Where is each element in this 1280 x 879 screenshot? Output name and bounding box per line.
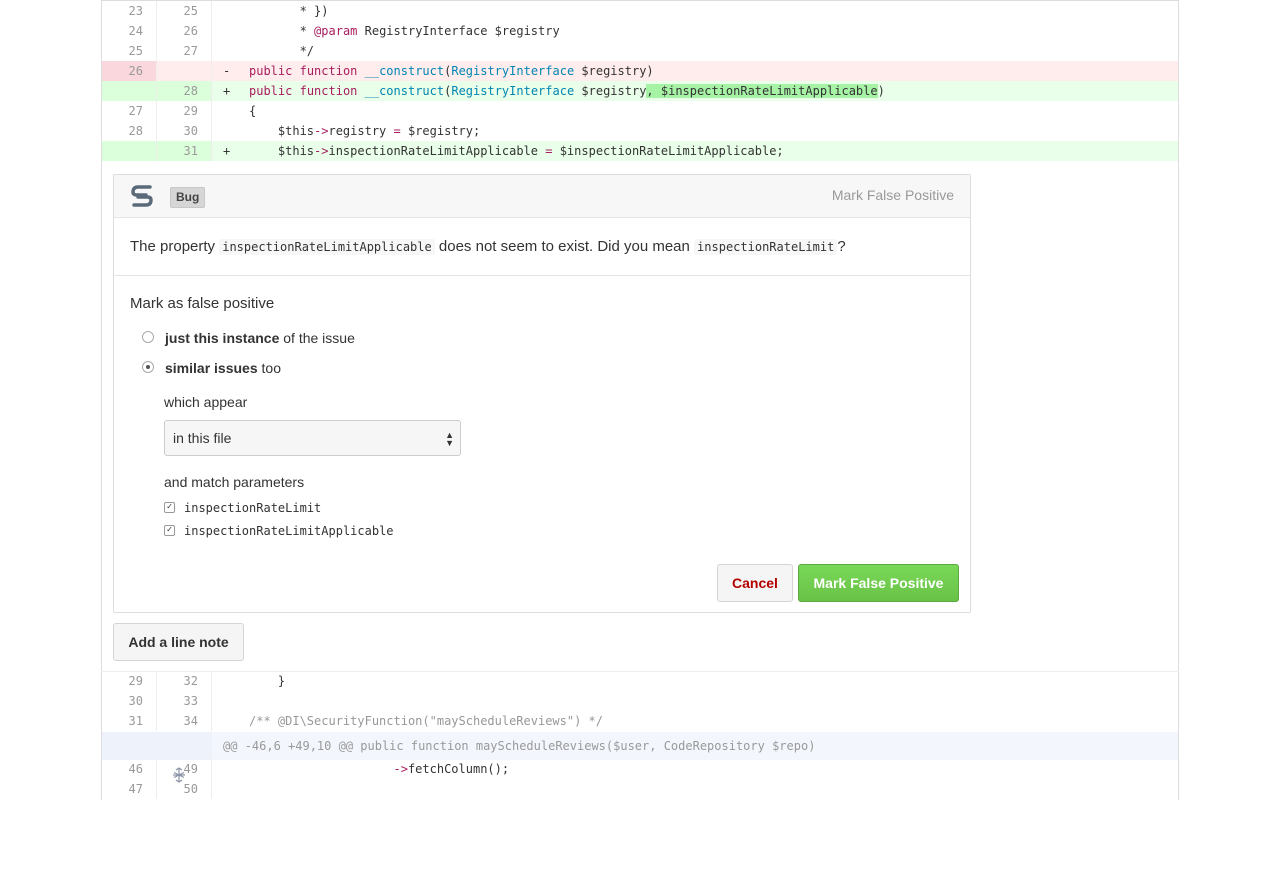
checkbox-checked[interactable]: ✓ — [164, 502, 175, 513]
issue-card: Bug Mark False Positive The property ins… — [113, 174, 971, 613]
diff-line: 27 29 { — [102, 101, 1178, 121]
new-line-number: 27 — [157, 41, 212, 61]
hunk-text: @@ -46,6 +49,10 @@ public function maySc… — [223, 739, 816, 753]
old-line-number: 25 — [102, 41, 157, 61]
diff-line: 24 26 * @param RegistryInterface $regist… — [102, 21, 1178, 41]
old-line-number: 28 — [102, 121, 157, 141]
new-line-number: 49 — [157, 759, 212, 779]
scope-select[interactable]: in this file ▲ ▼ — [164, 420, 461, 456]
scrutinizer-logo-icon — [131, 185, 153, 207]
code-line: */ — [292, 44, 315, 58]
select-arrows-icon: ▲ ▼ — [445, 430, 454, 448]
new-line-number: 25 — [157, 1, 212, 21]
mark-false-positive-link[interactable]: Mark False Positive — [832, 187, 954, 203]
old-line-number — [102, 141, 157, 161]
diff-line-added: 28 + public function __construct(Registry… — [102, 81, 1178, 101]
new-line-number: 28 — [157, 81, 212, 101]
new-line-number: 26 — [157, 21, 212, 41]
diff-line: 30 33 — [102, 691, 1178, 711]
separator — [101, 671, 1179, 672]
old-line-number — [102, 81, 157, 101]
diff-line: 29 32 } — [102, 671, 1178, 691]
new-line-number: 29 — [157, 101, 212, 121]
code-line: + $this->inspectionRateLimitApplicable =… — [223, 144, 784, 158]
new-line-number — [157, 61, 212, 81]
cancel-button[interactable]: Cancel — [717, 564, 793, 602]
code-line: + public function __construct(RegistryInt… — [223, 84, 885, 98]
which-appear-label: which appear — [164, 394, 248, 410]
old-line-number: 31 — [102, 711, 157, 731]
issue-type-badge: Bug — [170, 187, 206, 208]
old-line-number: 26 — [102, 61, 157, 81]
card-divider — [114, 275, 970, 276]
new-line-number: 32 — [157, 671, 212, 691]
old-line-number: 47 — [102, 779, 157, 799]
code-line: $this->registry = $registry; — [249, 124, 481, 138]
diff-line: 46 49 ->fetchColumn(); — [102, 759, 1178, 779]
expand-icon[interactable] — [102, 732, 212, 783]
diff-line: 23 25 * }) — [102, 1, 1178, 21]
code-line: - public function __construct(RegistryInt… — [223, 64, 654, 78]
diff-line: 28 30 $this->registry = $registry; — [102, 121, 1178, 141]
diff-line: 47 50 — [102, 779, 1178, 799]
old-line-number: 46 — [102, 759, 157, 779]
old-line-number: 24 — [102, 21, 157, 41]
old-line-number: 29 — [102, 671, 157, 691]
new-line-number: 33 — [157, 691, 212, 711]
new-line-number: 30 — [157, 121, 212, 141]
false-positive-section-title: Mark as false positive — [130, 295, 275, 312]
code-line: ->fetchColumn(); — [393, 762, 510, 776]
code-line: * @param RegistryInterface $registry — [292, 24, 560, 38]
diff-line: 25 27 */ — [102, 41, 1178, 61]
diff-line-added: 31 + $this->inspectionRateLimitApplicabl… — [102, 141, 1178, 161]
mark-false-positive-button[interactable]: Mark False Positive — [798, 564, 959, 602]
issue-card-header: Bug Mark False Positive — [114, 175, 970, 218]
code-line: * }) — [292, 4, 329, 18]
match-parameters-label: and match parameters — [164, 474, 305, 490]
radio-button-selected[interactable] — [142, 361, 154, 373]
diff-line: 31 34 /** @DI\SecurityFunction("maySched… — [102, 711, 1178, 731]
old-line-number: 30 — [102, 691, 157, 711]
property-code: inspectionRateLimitApplicable — [219, 239, 435, 255]
diff-line-deleted: 26 - public function __construct(Registry… — [102, 61, 1178, 81]
issue-message: The property inspectionRateLimitApplicab… — [130, 238, 846, 255]
radio-button[interactable] — [142, 331, 154, 343]
checkbox-checked[interactable]: ✓ — [164, 525, 175, 536]
add-line-note-button[interactable]: Add a line note — [113, 623, 244, 661]
suggestion-code: inspectionRateLimit — [694, 239, 838, 255]
code-line: { — [249, 104, 257, 118]
new-line-number: 50 — [157, 779, 212, 799]
hunk-header: @@ -46,6 +49,10 @@ public function maySc… — [102, 732, 1178, 783]
code-line: } — [277, 674, 286, 688]
new-line-number: 34 — [157, 711, 212, 731]
new-line-number: 31 — [157, 141, 212, 161]
old-line-number: 23 — [102, 1, 157, 21]
code-line: /** @DI\SecurityFunction("mayScheduleRev… — [249, 714, 604, 728]
old-line-number: 27 — [102, 101, 157, 121]
